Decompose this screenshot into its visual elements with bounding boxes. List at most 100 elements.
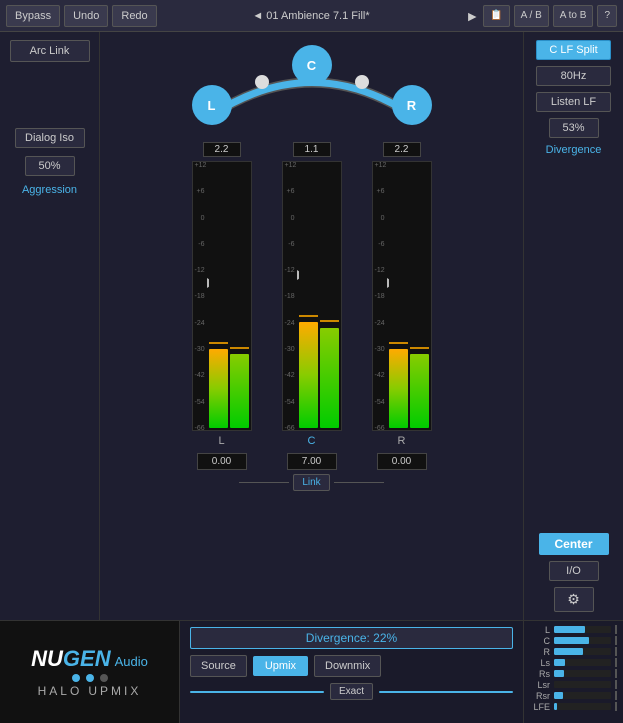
R-fader[interactable]: 0.00 xyxy=(377,453,427,470)
aggression-label[interactable]: Aggression xyxy=(22,184,77,196)
L-meter-bar xyxy=(209,164,228,428)
C-meter-bar xyxy=(299,164,318,428)
source-button[interactable]: Source xyxy=(190,655,247,677)
io-button[interactable]: I/O xyxy=(549,561,599,581)
link-line-left xyxy=(239,482,289,483)
L-label: L xyxy=(218,435,224,447)
ch-C-label: C xyxy=(530,636,550,646)
gear-button[interactable]: ⚙ xyxy=(554,587,594,612)
ch-Rsr-fill xyxy=(554,692,563,699)
center-content: L C R 2.2 +12+60-6-12-18-24-30-42-54-66 xyxy=(100,32,523,620)
divergence-right-label[interactable]: Divergence xyxy=(546,144,602,156)
L-meter-bar2 xyxy=(230,164,249,428)
C-label: C xyxy=(308,435,316,447)
upmix-button[interactable]: Upmix xyxy=(253,656,308,676)
dots-row xyxy=(72,674,108,682)
R-value-box: 2.2 xyxy=(383,142,421,157)
ch-Lsr-bar xyxy=(554,681,611,688)
hz-button[interactable]: 80Hz xyxy=(536,66,611,86)
dot-2 xyxy=(86,674,94,682)
main-area: Arc Link Dialog Iso 50% Aggression L C R xyxy=(0,32,623,620)
bottom-bar: NUGEN Audio HALO UPMIX Divergence: 22% S… xyxy=(0,620,623,723)
bottom-buttons: Source Upmix Downmix xyxy=(190,655,513,677)
bypass-button[interactable]: Bypass xyxy=(6,5,60,27)
play-button[interactable]: ► xyxy=(465,8,479,24)
ch-Rs-fill xyxy=(554,670,564,677)
channel-meters-panel: L C R Ls Rs xyxy=(523,621,623,723)
ch-R-bar xyxy=(554,648,611,655)
listen-lf-button[interactable]: Listen LF xyxy=(536,92,611,112)
ch-Ls-fill xyxy=(554,659,565,666)
link-row: Link xyxy=(239,474,383,491)
arc-link-button[interactable]: Arc Link xyxy=(10,40,90,62)
atob-button[interactable]: A to B xyxy=(553,5,594,27)
ch-LFE-label: LFE xyxy=(530,702,550,712)
ch-R-label: R xyxy=(530,647,550,657)
ch-L-fill xyxy=(554,626,585,633)
ch-Lsr-label: Lsr xyxy=(530,680,550,690)
top-bar: Bypass Undo Redo ◄ 01 Ambience 7.1 Fill*… xyxy=(0,0,623,32)
ch-Ls-label: Ls xyxy=(530,658,550,668)
track-title: ◄ 01 Ambience 7.1 Fill* xyxy=(161,10,462,22)
exact-line-left xyxy=(190,691,324,693)
C-value-box: 1.1 xyxy=(293,142,331,157)
R-meter-bar2 xyxy=(410,164,429,428)
dialog-iso-button[interactable]: Dialog Iso xyxy=(15,128,85,148)
C-fader[interactable]: 7.00 xyxy=(287,453,337,470)
channel-R-circle[interactable]: R xyxy=(392,85,432,125)
L-scale: +12+60-6-12-18-24-30-42-54-66 xyxy=(193,162,207,432)
L-fader[interactable]: 0.00 xyxy=(197,453,247,470)
link-line-right xyxy=(334,482,384,483)
undo-button[interactable]: Undo xyxy=(64,5,108,27)
dialog-iso-value[interactable]: 50% xyxy=(25,156,75,176)
divergence-value[interactable]: 53% xyxy=(549,118,599,138)
ch-meter-Ls: Ls xyxy=(530,658,617,667)
nugen-text: NUGEN xyxy=(31,646,110,672)
left-sidebar: Arc Link Dialog Iso 50% Aggression xyxy=(0,32,100,620)
ab-button[interactable]: A / B xyxy=(514,5,549,27)
exact-line-right xyxy=(379,691,513,693)
ch-L-bar xyxy=(554,626,611,633)
R-scale: +12+60-6-12-18-24-30-42-54-66 xyxy=(373,162,387,432)
meter-channel-C: 1.1 +12+60-6-12-18-24-30-42-54-66 xyxy=(277,142,347,470)
redo-button[interactable]: Redo xyxy=(112,5,156,27)
ch-meter-Lsr: Lsr xyxy=(530,680,617,689)
C-meter-bar2 xyxy=(320,164,339,428)
ch-meter-C: C xyxy=(530,636,617,645)
ch-LFE-fill xyxy=(554,703,557,710)
ch-meter-Rs: Rs xyxy=(530,669,617,678)
divergence-bar: Divergence: 22% xyxy=(190,627,513,649)
ch-meter-R: R xyxy=(530,647,617,656)
clf-split-button[interactable]: C LF Split xyxy=(536,40,611,60)
C-scale: +12+60-6-12-18-24-30-42-54-66 xyxy=(283,162,297,432)
downmix-button[interactable]: Downmix xyxy=(314,655,381,677)
right-sidebar: C LF Split 80Hz Listen LF 53% Divergence… xyxy=(523,32,623,620)
ch-R-fill xyxy=(554,648,583,655)
ch-C-bar xyxy=(554,637,611,644)
channel-L-circle[interactable]: L xyxy=(192,85,232,125)
clipboard-button[interactable]: 📋 xyxy=(483,5,509,27)
R-label: R xyxy=(398,435,406,447)
ch-Rs-label: Rs xyxy=(530,669,550,679)
L-value-box: 2.2 xyxy=(203,142,241,157)
link-button[interactable]: Link xyxy=(293,474,329,491)
help-button[interactable]: ? xyxy=(597,5,617,27)
exact-button[interactable]: Exact xyxy=(330,683,373,700)
center-button[interactable]: Center xyxy=(539,533,609,555)
logo-area: NUGEN Audio HALO UPMIX xyxy=(0,621,180,723)
meter-channel-R: 2.2 +12+60-6-12-18-24-30-42-54-66 xyxy=(367,142,437,470)
channel-C-circle[interactable]: C xyxy=(292,45,332,85)
ch-Rsr-label: Rsr xyxy=(530,691,550,701)
dot-1 xyxy=(72,674,80,682)
exact-row: Exact xyxy=(190,683,513,700)
ch-Rs-bar xyxy=(554,670,611,677)
meters-area: 2.2 +12+60-6-12-18-24-30-42-54-66 xyxy=(187,142,437,470)
ch-LFE-bar xyxy=(554,703,611,710)
ch-Ls-bar xyxy=(554,659,611,666)
audio-text: Audio xyxy=(115,654,148,669)
halo-upmix-label: HALO UPMIX xyxy=(38,684,142,698)
ch-L-label: L xyxy=(530,625,550,635)
R-meter-bar xyxy=(389,164,408,428)
arc-area: L C R xyxy=(162,40,462,130)
ch-meter-Rsr: Rsr xyxy=(530,691,617,700)
